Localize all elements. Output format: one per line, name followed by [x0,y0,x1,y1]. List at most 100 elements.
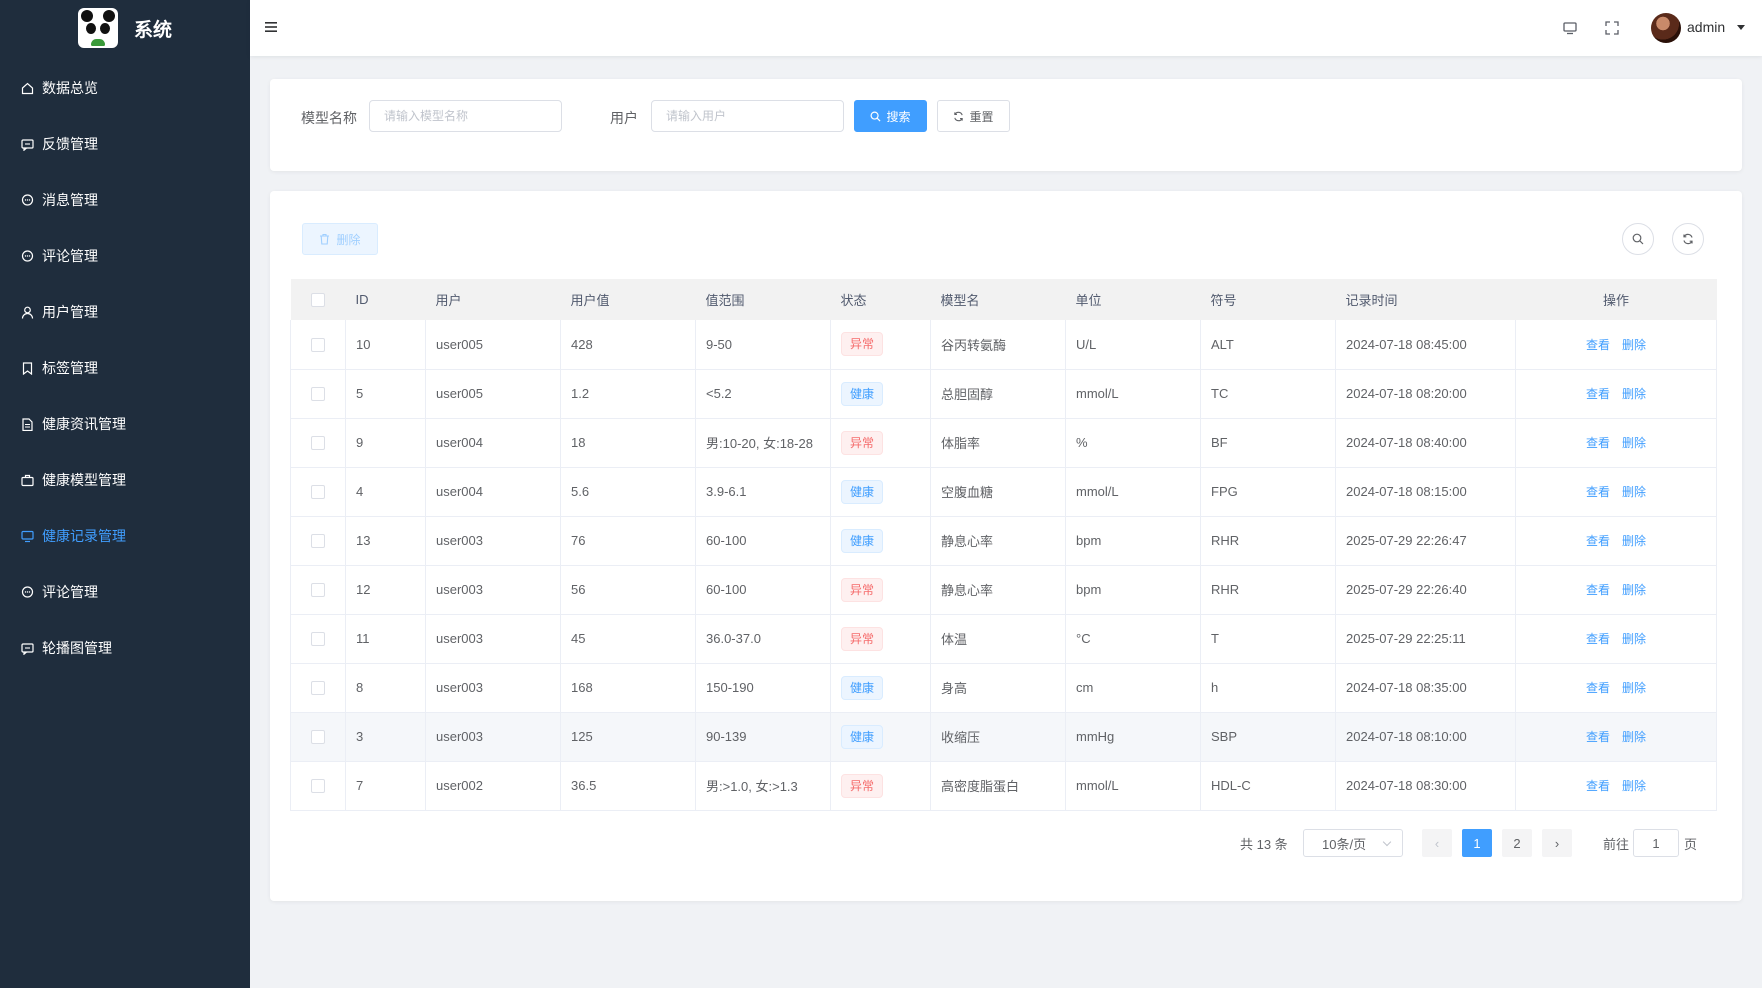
row-checkbox[interactable] [311,387,325,402]
view-link[interactable]: 查看 [1586,583,1610,597]
view-link[interactable]: 查看 [1586,436,1610,450]
col-header[interactable]: 状态 [830,279,931,320]
table-panel: 删除 ID 用户 用户值 值范围 状态 模型名 单位 符号 记录时间 操作 10… [270,191,1742,901]
table-row[interactable]: 10 user005 428 9-50 异常 谷丙转氨酶 U/L ALT 2024-07-18 … [290,320,1717,370]
delete-link[interactable]: 删除 [1622,681,1646,695]
delete-link[interactable]: 删除 [1622,583,1646,597]
sidebar-item[interactable]: 评论管理 [0,564,250,620]
monitor-icon[interactable] [1562,20,1578,36]
cell-symbol: HDL-C [1200,761,1336,811]
row-checkbox[interactable] [311,583,325,598]
row-checkbox[interactable] [311,681,325,696]
page-size-select[interactable]: 10条/页 [1303,829,1403,857]
search-button[interactable]: 搜索 [854,100,927,132]
goto-label: 前往 [1603,836,1630,852]
sidebar-item[interactable]: 反馈管理 [0,116,250,172]
table-row[interactable]: 9 user004 18 男:10-20, 女:18-28 异常 体脂率% BF 2024-0… [290,418,1717,468]
row-checkbox[interactable] [311,436,325,451]
model-name-input[interactable] [369,100,562,132]
col-header[interactable]: ID [345,279,426,320]
page-button-1[interactable]: 1 [1462,829,1492,857]
sidebar-item[interactable]: 轮播图管理 [0,620,250,676]
col-header[interactable]: 符号 [1200,279,1336,320]
sidebar-item[interactable]: 健康模型管理 [0,452,250,508]
batch-delete-label: 删除 [336,232,361,247]
delete-link[interactable]: 删除 [1622,534,1646,548]
col-header[interactable]: 值范围 [695,279,831,320]
view-link[interactable]: 查看 [1586,632,1610,646]
sidebar-item[interactable]: 标签管理 [0,340,250,396]
delete-link[interactable]: 删除 [1622,632,1646,646]
table-row[interactable]: 3 user003 125 90-139 健康 收缩压 mmHg SBP 2024-07-18 … [290,712,1717,762]
cell-value: 1.2 [560,369,696,419]
view-link[interactable]: 查看 [1586,485,1610,499]
sidebar-item[interactable]: 数据总览 [0,60,250,116]
fullscreen-icon[interactable] [1604,20,1620,36]
row-checkbox[interactable] [311,779,325,794]
prev-page-button[interactable]: ‹ [1422,829,1452,857]
user-name[interactable]: admin [1687,19,1725,35]
delete-link[interactable]: 删除 [1622,485,1646,499]
cell-time: 2024-07-18 08:45:00 [1335,320,1516,370]
cell-id: 9 [345,418,426,468]
view-link[interactable]: 查看 [1586,534,1610,548]
sidebar-item[interactable]: 用户管理 [0,284,250,340]
cell-symbol: SBP [1200,712,1336,762]
sidebar-item[interactable]: 消息管理 [0,172,250,228]
sidebar-item[interactable]: 健康资讯管理 [0,396,250,452]
cell-id: 11 [345,614,426,664]
sidebar-item-label: 用户管理 [42,304,98,320]
trash-icon [320,233,330,245]
table-row[interactable]: 13 user003 76 60-100 健康 静息心率 bpm RHR 2025-07-29 … [290,516,1717,566]
hamburger-icon[interactable] [264,20,278,34]
table-row[interactable]: 4 user004 5.6 3.9-6.1 健康 空腹血糖 mmol/L FPG 2024-07… [290,467,1717,517]
sidebar-item[interactable]: 健康记录管理 [0,508,250,564]
delete-link[interactable]: 删除 [1622,730,1646,744]
page-button-2[interactable]: 2 [1502,829,1532,857]
view-link[interactable]: 查看 [1586,681,1610,695]
row-checkbox[interactable] [311,730,325,745]
logo[interactable]: 系统 [0,0,250,56]
table-row[interactable]: 5 user005 1.2 <5.2 健康 总胆固醇 mmol/L TC 2024-07-18 … [290,369,1717,419]
refresh-table-button[interactable] [1672,223,1704,255]
col-header[interactable]: 用户值 [560,279,696,320]
sidebar-item-label: 健康资讯管理 [42,416,126,432]
delete-link[interactable]: 删除 [1622,338,1646,352]
cell-model: 谷丙转氨酶 [930,320,1066,370]
col-header[interactable]: 记录时间 [1335,279,1516,320]
cell-unit: °C [1065,614,1201,664]
cell-user: user004 [425,467,561,517]
delete-link[interactable]: 删除 [1622,387,1646,401]
table-row[interactable]: 8 user003 168 150-190 健康 身高 cm h 2024-07-18 08:3… [290,663,1717,713]
table-row[interactable]: 11 user003 45 36.0-37.0 异常 体温 °C T 2025-07-29 22… [290,614,1717,664]
delete-link[interactable]: 删除 [1622,436,1646,450]
toggle-search-button[interactable] [1622,223,1654,255]
col-header[interactable]: 用户 [425,279,561,320]
next-page-button[interactable]: › [1542,829,1572,857]
caret-down-icon[interactable] [1737,25,1745,30]
view-link[interactable]: 查看 [1586,338,1610,352]
table-row[interactable]: 7 user002 36.5 男:>1.0, 女:>1.3 异常 高密度脂蛋白 mmol/L… [290,761,1717,811]
avatar[interactable] [1651,13,1681,43]
batch-delete-button[interactable]: 删除 [302,223,378,255]
row-checkbox[interactable] [311,485,325,500]
sidebar-item[interactable]: 评论管理 [0,228,250,284]
col-header[interactable]: 模型名 [930,279,1066,320]
goto-page-input[interactable] [1633,829,1679,857]
col-header[interactable]: 单位 [1065,279,1201,320]
bookmark-icon [21,361,34,375]
user-input[interactable] [651,100,844,132]
view-link[interactable]: 查看 [1586,730,1610,744]
view-link[interactable]: 查看 [1586,387,1610,401]
chat-icon [21,138,34,151]
row-checkbox[interactable] [311,534,325,549]
table-row[interactable]: 12 user003 56 60-100 异常 静息心率 bpm RHR 2025-07-29 … [290,565,1717,615]
reset-button[interactable]: 重置 [937,100,1010,132]
row-checkbox[interactable] [311,632,325,647]
delete-link[interactable]: 删除 [1622,779,1646,793]
cell-id: 13 [345,516,426,566]
row-checkbox[interactable] [311,338,325,353]
sidebar-item-label: 健康记录管理 [42,528,126,544]
select-all-checkbox[interactable] [311,293,325,308]
view-link[interactable]: 查看 [1586,779,1610,793]
